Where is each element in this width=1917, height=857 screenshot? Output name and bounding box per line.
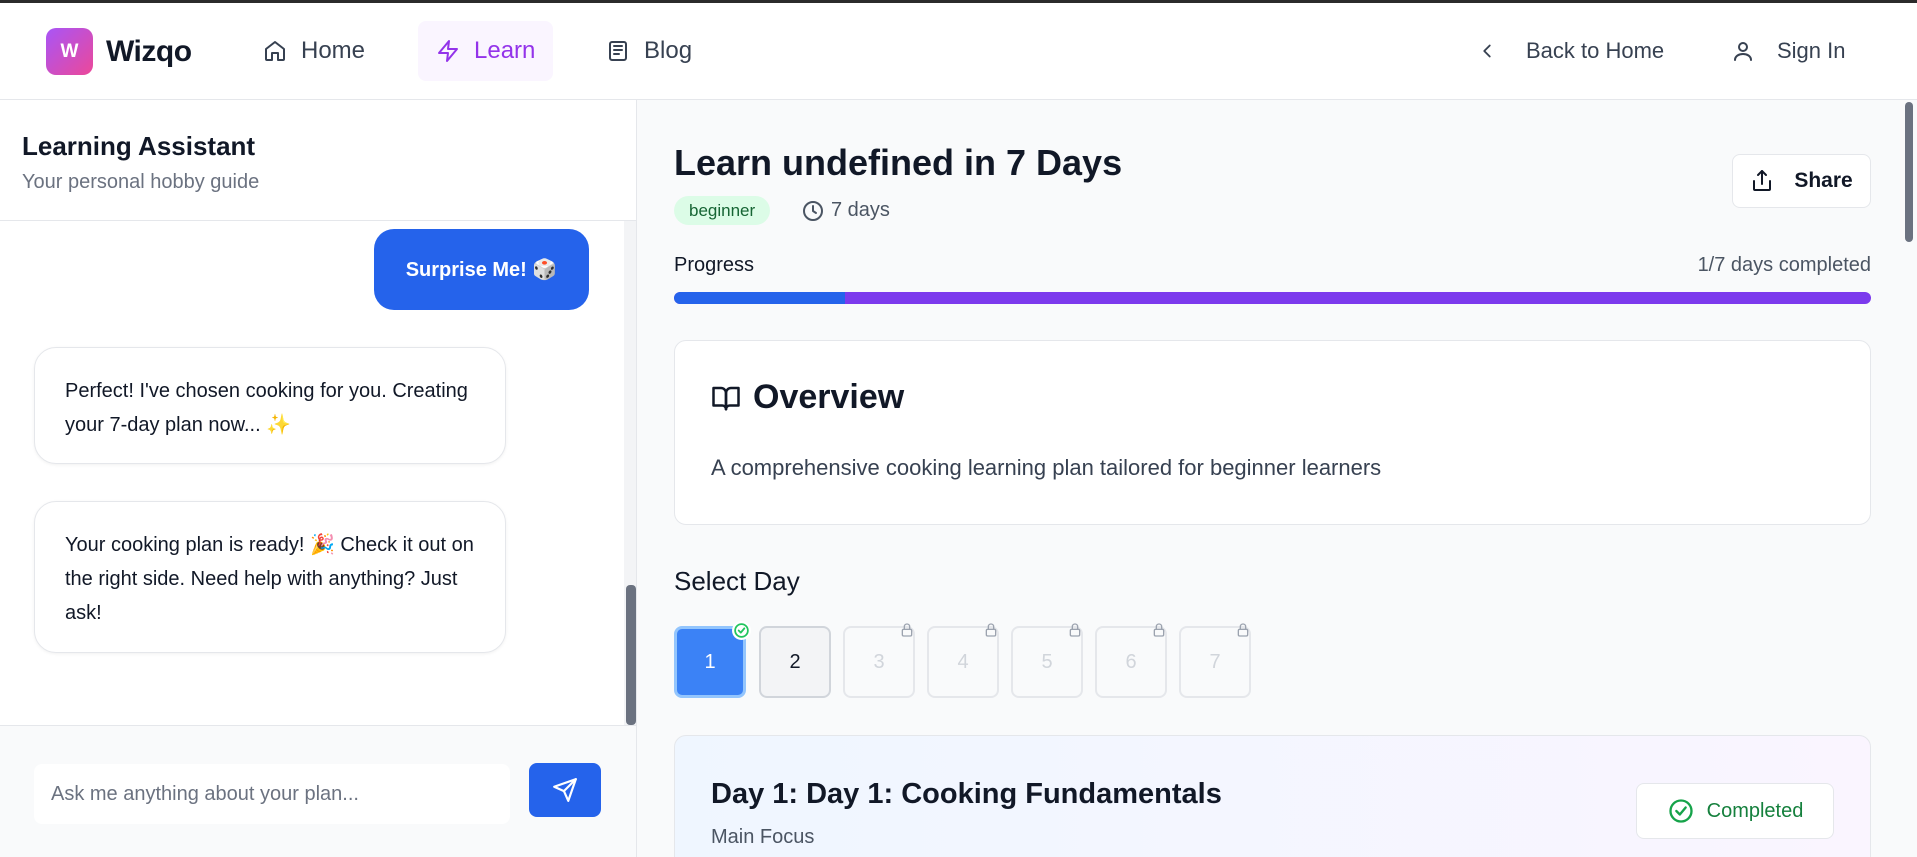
plan-title: Learn undefined in 7 Days [674, 142, 1123, 183]
assistant-header: Learning Assistant Your personal hobby g… [0, 100, 636, 221]
page-scrollbar-thumb[interactable] [1905, 102, 1913, 242]
zap-icon [438, 40, 458, 62]
day-button-3[interactable]: 3 [843, 623, 915, 698]
book-open-icon [712, 386, 740, 410]
chevron-left-icon [1483, 44, 1491, 58]
progress-label: Progress [674, 254, 755, 276]
page-scrollbar[interactable] [1901, 100, 1917, 857]
check-circle-icon [734, 623, 749, 638]
overview-heading: Overview [711, 378, 904, 417]
day-number: 5 [1041, 650, 1053, 673]
share-button[interactable]: Share [1732, 154, 1871, 208]
day-focus-label: Main Focus [711, 826, 815, 848]
lock-icon [1237, 623, 1249, 637]
clock-icon [803, 200, 823, 221]
day-completed-indicator [732, 621, 751, 640]
day-number: 6 [1125, 650, 1137, 673]
day-number: 7 [1209, 650, 1221, 673]
day-button-4[interactable]: 4 [927, 623, 999, 698]
chat-messages: Surprise Me! 🎲 Perfect! I've chosen cook… [0, 221, 624, 725]
overview-title: Overview [753, 378, 905, 416]
bot-message: Your cooking plan is ready! 🎉 Check it o… [34, 501, 506, 653]
day-button-1[interactable]: 1 [674, 621, 751, 698]
overview-text: A comprehensive cooking learning plan ta… [711, 455, 1382, 480]
day-button-2[interactable]: 2 [759, 626, 831, 698]
day-title: Day 1: Day 1: Cooking Fundamentals [711, 778, 1222, 810]
chat-input[interactable] [34, 764, 510, 824]
nav-home-label: Home [301, 37, 366, 64]
learning-assistant-panel: Learning Assistant Your personal hobby g… [0, 100, 637, 857]
logo[interactable]: W Wizqo [46, 28, 192, 75]
assistant-subtitle: Your personal hobby guide [22, 171, 260, 193]
sign-in-button[interactable]: Sign In [1731, 21, 1846, 81]
day-button-6[interactable]: 6 [1095, 623, 1167, 698]
user-message: Surprise Me! 🎲 [374, 229, 589, 310]
select-day-heading: Select Day [674, 566, 800, 596]
bot-message: Perfect! I've chosen cooking for you. Cr… [34, 347, 506, 464]
newspaper-icon [609, 41, 627, 61]
completed-label: Completed [1706, 799, 1804, 822]
day-number: 3 [873, 650, 885, 673]
progress-bar-fill [674, 292, 846, 304]
lock-icon [985, 623, 997, 637]
progress-bar [674, 292, 1871, 304]
lock-icon [1153, 623, 1165, 637]
day-button-7[interactable]: 7 [1179, 623, 1251, 698]
duration: 7 days [801, 196, 890, 225]
share-label: Share [1794, 169, 1853, 192]
day-detail-card: Day 1: Day 1: Cooking Fundamentals Main … [674, 735, 1871, 857]
lock-icon [1069, 623, 1081, 637]
back-to-home-link[interactable]: Back to Home [1476, 21, 1664, 81]
home-icon [265, 41, 285, 61]
progress-status: 1/7 days completed [1697, 254, 1871, 276]
chat-scrollbar[interactable] [624, 221, 636, 725]
sign-in-label: Sign In [1777, 38, 1846, 63]
day-button-5[interactable]: 5 [1011, 623, 1083, 698]
assistant-title: Learning Assistant [22, 131, 256, 161]
level-badge: beginner [674, 196, 771, 225]
day-number: 2 [789, 650, 801, 673]
logo-badge: W [46, 28, 93, 75]
brand-name: Wizqo [106, 34, 192, 68]
chat-input-area [0, 725, 636, 857]
back-to-home-label: Back to Home [1526, 38, 1665, 63]
overview-card: Overview A comprehensive cooking learnin… [674, 340, 1871, 525]
nav-blog[interactable]: Blog [588, 21, 710, 81]
nav-learn-label: Learn [474, 37, 536, 64]
day-number: 4 [957, 650, 969, 673]
plan-panel: Learn undefined in 7 Days beginner 7 day… [637, 100, 1917, 857]
share-icon [1753, 170, 1772, 191]
send-icon [553, 778, 577, 802]
duration-label: 7 days [831, 199, 890, 221]
navbar: W Wizqo Home Learn Blog Back to Home Sig… [0, 3, 1917, 100]
user-icon [1734, 42, 1752, 61]
nav-home[interactable]: Home [245, 21, 383, 81]
check-circle-icon [1668, 799, 1693, 823]
send-button[interactable] [529, 763, 601, 817]
lock-icon [901, 623, 913, 637]
nav-learn[interactable]: Learn [418, 21, 554, 81]
day-number: 1 [704, 650, 716, 673]
nav-blog-label: Blog [644, 37, 693, 64]
completed-button[interactable]: Completed [1636, 783, 1834, 839]
chat-scrollbar-thumb[interactable] [626, 585, 636, 725]
